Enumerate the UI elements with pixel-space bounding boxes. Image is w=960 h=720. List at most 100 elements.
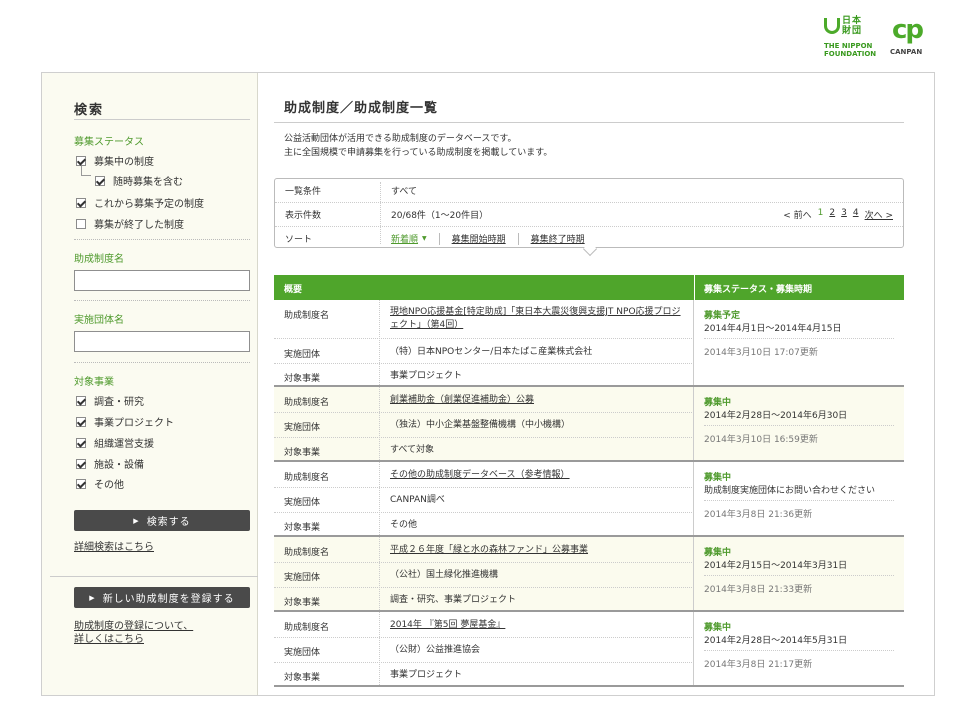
field-divider <box>274 587 694 588</box>
nippon-foundation-text: THE NIPPON FOUNDATION <box>824 42 876 58</box>
field-label: 助成制度名 <box>284 473 330 483</box>
field-label: 対象事業 <box>284 598 321 608</box>
grant-record: 助成制度名 現地NPO応援基金[特定助成]「東日本大震災復興支援JT NPO応援… <box>274 300 904 387</box>
org-name-input[interactable] <box>74 331 250 352</box>
field-divider <box>274 562 694 563</box>
register-info-line2: 詳しくはこちら <box>74 634 144 645</box>
page-2-link[interactable]: 2 <box>829 208 835 221</box>
register-info-link[interactable]: 助成制度の登録について、 詳しくはこちら <box>74 620 193 646</box>
canpan-logo[interactable]: cp CANPAN <box>890 14 940 64</box>
grant-table: 概要 募集ステータス・募集時期 助成制度名 現地NPO応援基金[特定助成]「東日… <box>274 275 904 687</box>
field-label: 実施団体 <box>284 350 321 360</box>
field-divider <box>274 512 694 513</box>
sort-start-date-link[interactable]: 募集開始時期 <box>452 232 506 245</box>
updated-timestamp: 2014年3月10日 16:59更新 <box>704 435 818 445</box>
sort-options: 新着順 ▼ 募集開始時期 募集終了時期 <box>391 232 597 245</box>
checkbox-checked-icon[interactable] <box>76 437 86 448</box>
record-overview: 助成制度名 現地NPO応援基金[特定助成]「東日本大震災復興支援JT NPO応援… <box>274 300 694 385</box>
target-organization-checkbox[interactable]: 組織運営支援 <box>76 435 154 450</box>
filter-row: 一覧条件 すべて <box>275 179 903 202</box>
record-status: 募集中 2014年2月15日〜2014年3月31日 2014年3月8日 21:3… <box>704 537 894 610</box>
grant-name-link[interactable]: 平成２６年度「緑と水の森林ファンド」公募事業 <box>390 545 588 555</box>
grant-name-link[interactable]: 2014年 『第5回 夢屋基金』 <box>390 620 505 630</box>
nippon-foundation-logo[interactable]: 日本 財団 THE NIPPON FOUNDATION <box>824 14 884 64</box>
register-grant-button[interactable]: ▶ 新しい助成制度を登録する <box>74 587 250 608</box>
status-badge: 募集中 <box>704 473 732 483</box>
search-button-label: 検索する <box>146 517 191 528</box>
page-3-link[interactable]: 3 <box>841 208 847 221</box>
target-other-checkbox[interactable]: その他 <box>76 476 124 491</box>
search-sidebar: 検索 募集ステータス 募集中の制度 随時募集を含む これから募集予定の制度 募集… <box>42 73 258 695</box>
period-text: 2014年2月28日〜2014年5月31日 <box>704 636 848 646</box>
target-value: 調査・研究、事業プロジェクト <box>390 595 517 605</box>
record-status: 募集中 助成制度実施団体にお問い合わせください 2014年3月8日 21:36更… <box>704 462 894 535</box>
status-badge: 募集中 <box>704 623 732 633</box>
field-divider <box>274 637 694 638</box>
record-overview: 助成制度名 創業補助金（創業促進補助金）公募 実施団体 （独法）中小企業基盤整備… <box>274 387 694 460</box>
sort-newest-active[interactable]: 新着順 <box>391 232 418 245</box>
field-divider <box>274 412 694 413</box>
target-facility-checkbox[interactable]: 施設・設備 <box>76 456 144 471</box>
page-4-link[interactable]: 4 <box>853 208 859 221</box>
status-divider <box>704 500 894 501</box>
org-heading: 実施団体名 <box>74 315 124 326</box>
grant-name: 2014年 『第5回 夢屋基金』 <box>390 619 686 632</box>
sort-separator <box>438 232 440 245</box>
grant-name-link[interactable]: その他の助成制度データベース（参考情報） <box>390 470 570 480</box>
sidebar-divider <box>50 576 258 577</box>
org-name: （公社）国土緑化推進機構 <box>390 570 499 580</box>
status-anytime-checkbox[interactable]: 随時募集を含む <box>95 173 183 188</box>
grant-name-link[interactable]: 創業補助金（創業促進補助金）公募 <box>390 395 534 405</box>
period-text: 2014年2月15日〜2014年3月31日 <box>704 561 848 571</box>
grant-name-link[interactable]: 現地NPO応援基金[特定助成]「東日本大震災復興支援JT NPO応援プロジェクト… <box>390 307 681 330</box>
register-info-line1: 助成制度の登録について、 <box>74 621 194 632</box>
updated-timestamp: 2014年3月8日 21:33更新 <box>704 585 813 595</box>
status-heading: 募集ステータス <box>74 137 144 148</box>
grant-name: その他の助成制度データベース（参考情報） <box>390 469 686 482</box>
register-button-label: 新しい助成制度を登録する <box>102 594 235 605</box>
grant-record: 助成制度名 創業補助金（創業促進補助金）公募 実施団体 （独法）中小企業基盤整備… <box>274 387 904 462</box>
field-label: 助成制度名 <box>284 623 330 633</box>
org-name: （特）日本NPOセンター/日本たばこ産業株式会社 <box>390 347 593 357</box>
period-text: 2014年4月1日〜2014年4月15日 <box>704 324 842 334</box>
checkbox-checked-icon[interactable] <box>76 395 86 406</box>
prev-page-link[interactable]: < 前へ <box>783 208 811 221</box>
checkbox-checked-icon[interactable] <box>76 416 86 427</box>
count-label: 表示件数 <box>285 211 322 221</box>
status-divider <box>704 575 894 576</box>
target-value: すべて対象 <box>390 445 435 455</box>
updated-timestamp: 2014年3月8日 21:17更新 <box>704 660 813 670</box>
sort-end-date-link[interactable]: 募集終了時期 <box>531 232 585 245</box>
search-button[interactable]: ▶ 検索する <box>74 510 250 531</box>
description-line2: 主に全国規模で申請募集を行っている助成制度を掲載しています。 <box>284 148 553 158</box>
title-divider <box>274 122 904 123</box>
target-project-checkbox[interactable]: 事業プロジェクト <box>76 414 174 429</box>
canpan-mark-icon: cp <box>892 15 924 45</box>
next-page-link[interactable]: 次へ > <box>865 208 893 221</box>
target-value: 事業プロジェクト <box>390 371 463 381</box>
field-label: 助成制度名 <box>284 311 330 321</box>
advanced-search-link[interactable]: 詳細検索はこちら <box>74 541 154 554</box>
field-divider <box>274 662 694 663</box>
status-upcoming-checkbox[interactable]: これから募集予定の制度 <box>76 195 204 210</box>
checkbox-unchecked-icon[interactable] <box>76 218 86 229</box>
grant-name-input[interactable] <box>74 270 250 291</box>
target-research-checkbox[interactable]: 調査・研究 <box>76 393 144 408</box>
period-text: 助成制度実施団体にお問い合わせください <box>704 486 876 496</box>
checkbox-label: 施設・設備 <box>94 460 144 471</box>
checkbox-label: その他 <box>94 480 124 491</box>
page-title: 助成制度／助成制度一覧 <box>284 101 439 116</box>
checkbox-checked-icon[interactable] <box>76 458 86 469</box>
status-closed-checkbox[interactable]: 募集が終了した制度 <box>76 216 184 231</box>
page-1-current: 1 <box>817 208 824 218</box>
checkbox-checked-icon[interactable] <box>76 478 86 489</box>
checkbox-label: 募集が終了した制度 <box>94 220 184 231</box>
grant-name: 平成２６年度「緑と水の森林ファンド」公募事業 <box>390 544 686 557</box>
content-frame: 検索 募集ステータス 募集中の制度 随時募集を含む これから募集予定の制度 募集… <box>41 72 935 696</box>
sidebar-title: 検索 <box>74 103 105 118</box>
checkbox-checked-icon[interactable] <box>76 155 86 166</box>
checkbox-checked-icon[interactable] <box>76 197 86 208</box>
checkbox-checked-icon[interactable] <box>95 175 105 186</box>
header-logos: 日本 財団 THE NIPPON FOUNDATION cp CANPAN <box>824 14 944 64</box>
main-content: 助成制度／助成制度一覧 公益活動団体が活用できる助成制度のデータベースです。 主… <box>274 73 904 695</box>
